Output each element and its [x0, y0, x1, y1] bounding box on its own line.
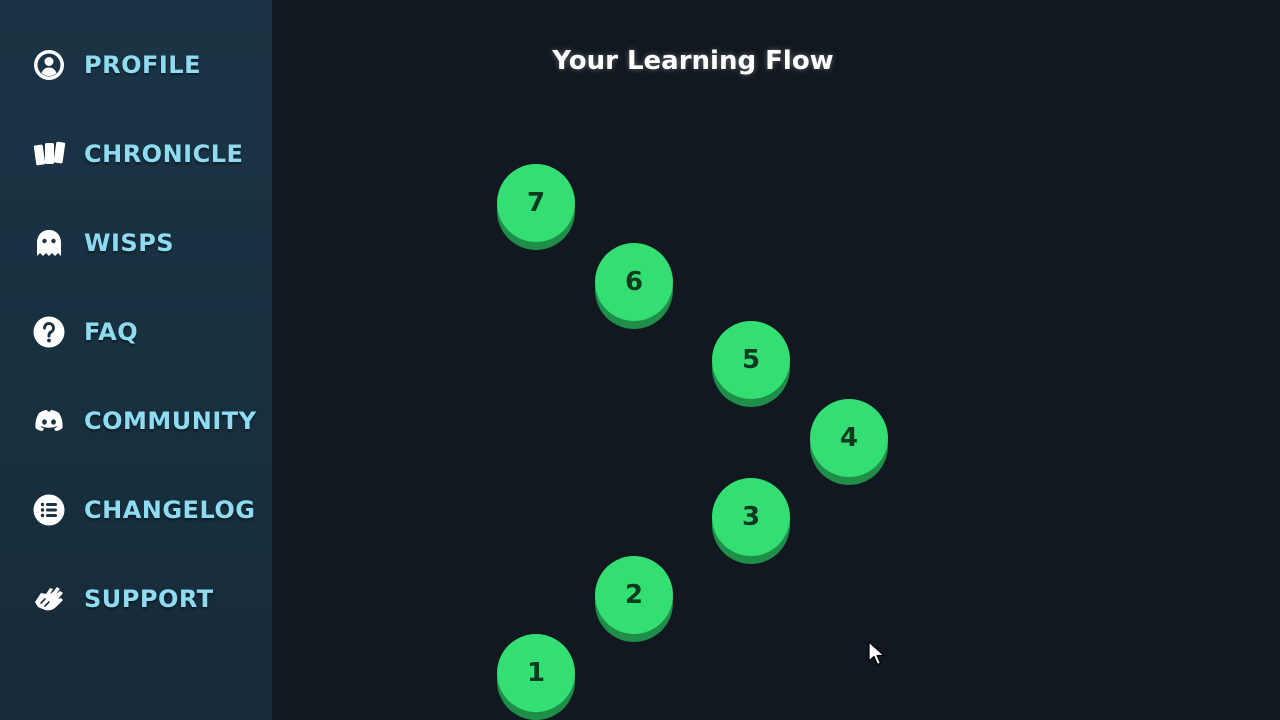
node-face: 1	[497, 634, 575, 712]
page-title: Your Learning Flow	[552, 46, 834, 76]
list-icon	[30, 491, 68, 529]
flow-node-4[interactable]: 4	[810, 399, 888, 485]
sidebar-item-chronicle[interactable]: CHRONICLE	[30, 134, 262, 174]
node-face: 6	[595, 243, 673, 321]
mouse-cursor-icon	[868, 641, 885, 666]
handshake-icon	[30, 580, 68, 618]
sidebar-item-wisps[interactable]: WISPS	[30, 223, 262, 263]
flow-node-5[interactable]: 5	[712, 321, 790, 407]
sidebar-item-label: CHRONICLE	[84, 140, 244, 168]
learning-flow-panel: Your Learning Flow 7 6 5 4 3 2 1	[272, 0, 1280, 720]
sidebar-item-label: WISPS	[84, 229, 175, 257]
node-number: 7	[526, 188, 546, 218]
node-face: 2	[595, 556, 673, 634]
node-number: 5	[741, 345, 761, 375]
node-number: 6	[624, 267, 644, 297]
flow-node-7[interactable]: 7	[497, 164, 575, 250]
node-face: 4	[810, 399, 888, 477]
discord-icon	[30, 402, 68, 440]
flow-node-1[interactable]: 1	[497, 634, 575, 720]
flow-node-3[interactable]: 3	[712, 478, 790, 564]
sidebar-item-label: COMMUNITY	[84, 407, 257, 435]
sidebar-item-profile[interactable]: PROFILE	[30, 45, 262, 85]
node-number: 3	[741, 502, 761, 532]
flow-node-6[interactable]: 6	[595, 243, 673, 329]
ghost-icon	[30, 224, 68, 262]
sidebar-item-support[interactable]: SUPPORT	[30, 579, 262, 619]
sidebar-item-label: FAQ	[84, 318, 139, 346]
sidebar-item-label: CHANGELOG	[84, 496, 256, 524]
sidebar-item-label: PROFILE	[84, 51, 201, 79]
sidebar-item-community[interactable]: COMMUNITY	[30, 401, 262, 441]
node-number: 1	[526, 658, 546, 688]
node-face: 3	[712, 478, 790, 556]
node-face: 5	[712, 321, 790, 399]
node-number: 4	[839, 423, 859, 453]
sidebar-item-faq[interactable]: FAQ	[30, 312, 262, 352]
node-number: 2	[624, 580, 644, 610]
sidebar-item-label: SUPPORT	[84, 585, 214, 613]
flow-node-2[interactable]: 2	[595, 556, 673, 642]
question-icon	[30, 313, 68, 351]
app-window: PROFILE CHRONICLE WISPS FAQ COMMUNITY CH…	[0, 0, 1280, 720]
cards-icon	[30, 135, 68, 173]
profile-icon	[30, 46, 68, 84]
sidebar: PROFILE CHRONICLE WISPS FAQ COMMUNITY CH…	[0, 0, 272, 720]
sidebar-item-changelog[interactable]: CHANGELOG	[30, 490, 262, 530]
node-face: 7	[497, 164, 575, 242]
